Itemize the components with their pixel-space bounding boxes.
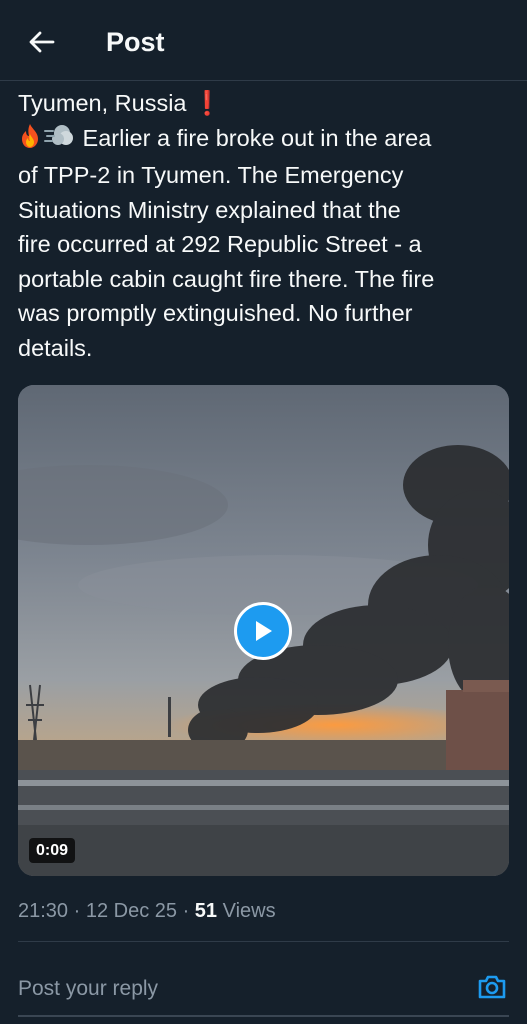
post-line-4: fire occurred at 292 Republic Street - a [18,231,422,257]
reply-bar: Post your reply [0,953,527,1024]
arrow-left-icon [29,31,55,53]
post-line-6: was promptly extinguished. No further [18,300,413,326]
post-line-1-text: Earlier a fire broke out in the area [82,124,432,151]
post-date[interactable]: 12 Dec 25 [86,900,177,922]
top-bar: Post [0,0,527,81]
exclamation-mark: ❗ [192,90,222,116]
fire-icon [18,123,42,159]
divider [18,941,509,942]
reply-underline [18,1015,509,1017]
video-duration: 0:09 [29,838,76,863]
post-text: Tyumen, Russia ❗ Earlier a fire broke out… [18,86,513,365]
meta-separator: · [68,900,86,922]
views-label: Views [217,900,276,922]
video-player[interactable]: 0:09 [18,385,509,876]
camera-button[interactable] [476,971,508,1003]
reply-input[interactable]: Post your reply [18,975,158,1003]
views-count[interactable]: 51 [195,900,217,922]
post-line-3: Situations Ministry explained that the [18,196,401,223]
post-line-5: portable cabin caught fire there. The fi… [18,265,435,292]
post-line-1: Earlier a fire broke out in the area [18,121,513,159]
post-meta: 21:30 · 12 Dec 25 · 51 Views [18,897,276,925]
play-button[interactable] [234,602,292,660]
back-button[interactable] [22,22,62,62]
post-line-2: of TPP-2 in Tyumen. The Emergency [18,162,404,188]
camera-icon [478,975,506,999]
meta-separator: · [177,900,195,922]
dash-icon [44,123,74,159]
post-line-7: details. [18,334,93,361]
post-line-location: Tyumen, Russia ❗ [18,86,513,121]
location-text: Tyumen, Russia [18,90,187,116]
page-title: Post [106,27,165,57]
post-time[interactable]: 21:30 [18,900,68,922]
play-icon [256,621,272,641]
